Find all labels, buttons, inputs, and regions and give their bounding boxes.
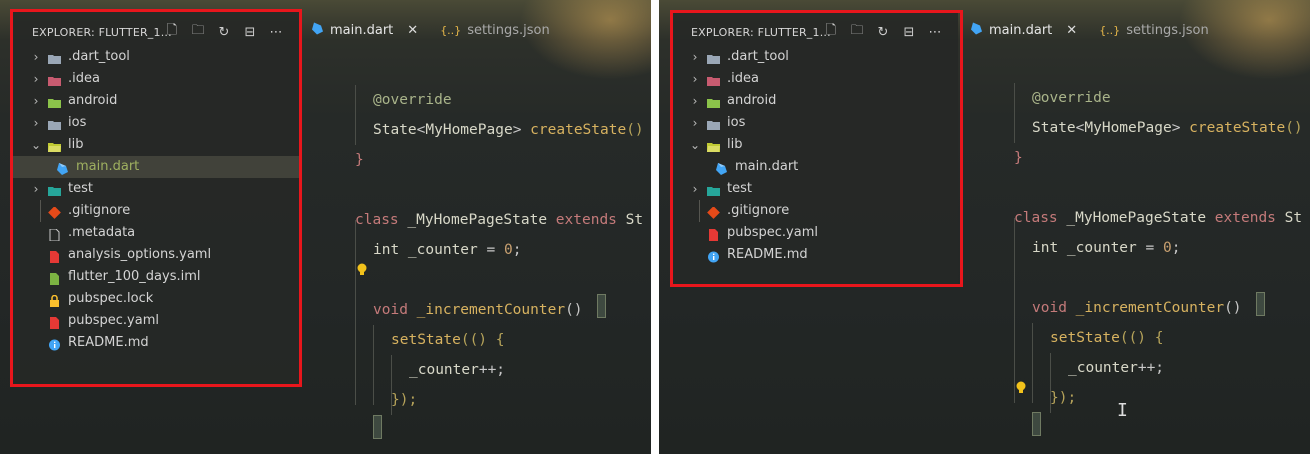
code-line: @override bbox=[373, 92, 452, 108]
indent-guide bbox=[355, 85, 356, 145]
tab-label: settings.json bbox=[1126, 22, 1209, 38]
tab-main-dart[interactable]: main.dart ✕ bbox=[311, 16, 418, 44]
code-line: _counter++; bbox=[409, 362, 506, 378]
editor-window-left: EXPLORER: FLUTTER_1... 🗋 🗀 ↻ ⊟ ⋯ › .dart_tool… bbox=[0, 0, 651, 454]
highlight-box bbox=[10, 9, 302, 387]
bracket-match-highlight bbox=[597, 294, 606, 318]
json-icon: {..} bbox=[440, 23, 462, 37]
code-line: } bbox=[1014, 150, 1023, 166]
bracket-match-highlight bbox=[373, 415, 382, 439]
lightbulb-icon[interactable] bbox=[357, 263, 367, 277]
code-line: int _counter = 0; bbox=[373, 242, 522, 258]
bracket-match-highlight bbox=[1256, 292, 1265, 316]
highlight-box bbox=[670, 10, 963, 287]
close-icon[interactable]: ✕ bbox=[407, 23, 418, 38]
json-icon: {..} bbox=[1099, 23, 1121, 37]
image-divider bbox=[651, 0, 659, 454]
tab-settings-json[interactable]: {..} settings.json bbox=[440, 16, 550, 44]
code-line: class _MyHomePageState extends St bbox=[355, 212, 644, 228]
code-line: State<MyHomePage> createState() bbox=[373, 122, 644, 138]
tab-label: settings.json bbox=[467, 22, 550, 38]
code-line: setState(() { bbox=[391, 332, 505, 348]
indent-guide bbox=[355, 220, 356, 405]
lightbulb-icon[interactable] bbox=[1016, 381, 1026, 395]
bracket-match-highlight bbox=[1032, 412, 1041, 436]
tab-main-dart[interactable]: main.dart ✕ bbox=[970, 16, 1077, 44]
code-line: @override bbox=[1032, 90, 1111, 106]
tab-label: main.dart bbox=[330, 22, 394, 38]
indent-guide bbox=[373, 325, 374, 405]
code-line: setState(() { bbox=[1050, 330, 1164, 346]
indent-guide bbox=[1014, 83, 1015, 143]
code-line: }); bbox=[1050, 390, 1077, 406]
close-icon[interactable]: ✕ bbox=[1066, 23, 1077, 38]
indent-guide bbox=[1032, 323, 1033, 403]
code-line: State<MyHomePage> createState() bbox=[1032, 120, 1303, 136]
indent-guide bbox=[1014, 218, 1015, 403]
code-line: }); bbox=[391, 392, 418, 408]
editor-tabs: main.dart ✕ {..} settings.json bbox=[970, 16, 1231, 44]
indent-guide bbox=[1050, 353, 1051, 413]
code-line: void _incrementCounter() bbox=[1032, 300, 1242, 316]
indent-guide bbox=[391, 355, 392, 415]
code-line: void _incrementCounter() bbox=[373, 302, 583, 318]
code-line: } bbox=[355, 152, 364, 168]
dart-icon bbox=[311, 22, 324, 39]
editor-tabs: main.dart ✕ {..} settings.json bbox=[311, 16, 572, 44]
code-line: class _MyHomePageState extends St bbox=[1014, 210, 1303, 226]
code-line: _counter++; bbox=[1068, 360, 1165, 376]
tab-settings-json[interactable]: {..} settings.json bbox=[1099, 16, 1209, 44]
editor-window-right: EXPLORER: FLUTTER_1... 🗋 🗀 ↻ ⊟ ⋯ › .dart_tool… bbox=[659, 0, 1310, 454]
dart-icon bbox=[970, 22, 983, 39]
code-line: int _counter = 0; bbox=[1032, 240, 1181, 256]
tab-label: main.dart bbox=[989, 22, 1053, 38]
text-cursor-icon: I bbox=[1117, 400, 1128, 421]
